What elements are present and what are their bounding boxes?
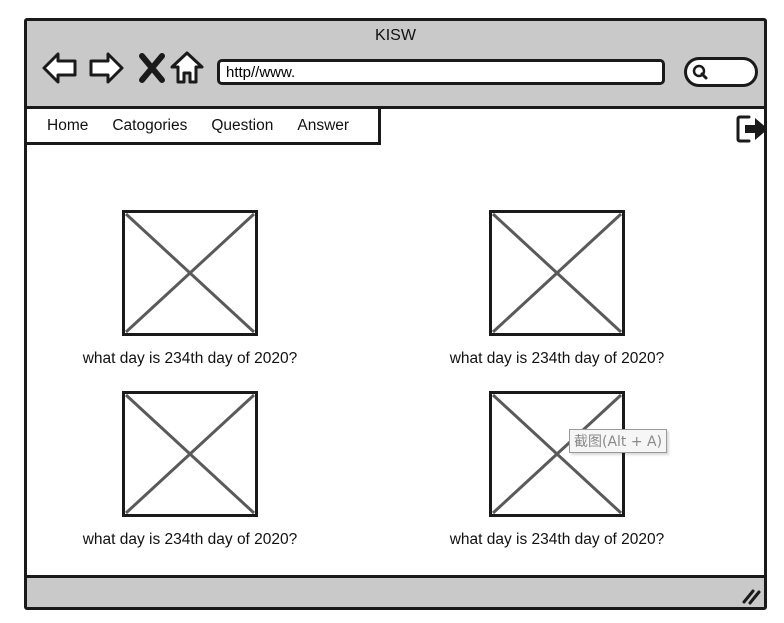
back-arrow-icon[interactable] [41,49,79,87]
question-card[interactable]: what day is 234th day of 2020? [407,391,707,549]
question-card[interactable]: what day is 234th day of 2020? [40,210,340,368]
menu-item-answer[interactable]: Answer [297,117,349,135]
question-card[interactable]: what day is 234th day of 2020? [40,391,340,549]
question-caption: what day is 234th day of 2020? [82,350,298,367]
search-field[interactable] [684,57,758,87]
search-icon [692,64,708,80]
screenshot-tooltip: 截图(Alt + A) [569,429,668,453]
menu-item-categories[interactable]: Catogories [112,117,187,135]
status-bar [27,575,764,607]
home-icon[interactable] [168,49,206,87]
browser-window: KISW Home Catogories Question Answer [24,18,767,610]
window-title: KISW [375,27,416,44]
question-caption: what day is 234th day of 2020? [82,531,298,548]
question-caption: what day is 234th day of 2020? [449,531,665,548]
question-caption: what day is 234th day of 2020? [449,350,665,367]
image-placeholder [122,391,258,517]
forward-arrow-icon[interactable] [87,49,125,87]
image-placeholder [489,210,625,336]
title-bar: KISW [27,21,764,109]
menu-item-question[interactable]: Question [211,117,273,135]
image-placeholder [122,210,258,336]
resize-grip-icon[interactable] [740,585,762,605]
image-placeholder [489,391,625,517]
url-input[interactable] [217,59,665,85]
menu-item-home[interactable]: Home [47,117,88,135]
logout-icon[interactable] [735,113,767,145]
main-menu: Home Catogories Question Answer [27,109,381,145]
close-icon[interactable] [133,49,171,87]
question-card[interactable]: what day is 234th day of 2020? [407,210,707,368]
